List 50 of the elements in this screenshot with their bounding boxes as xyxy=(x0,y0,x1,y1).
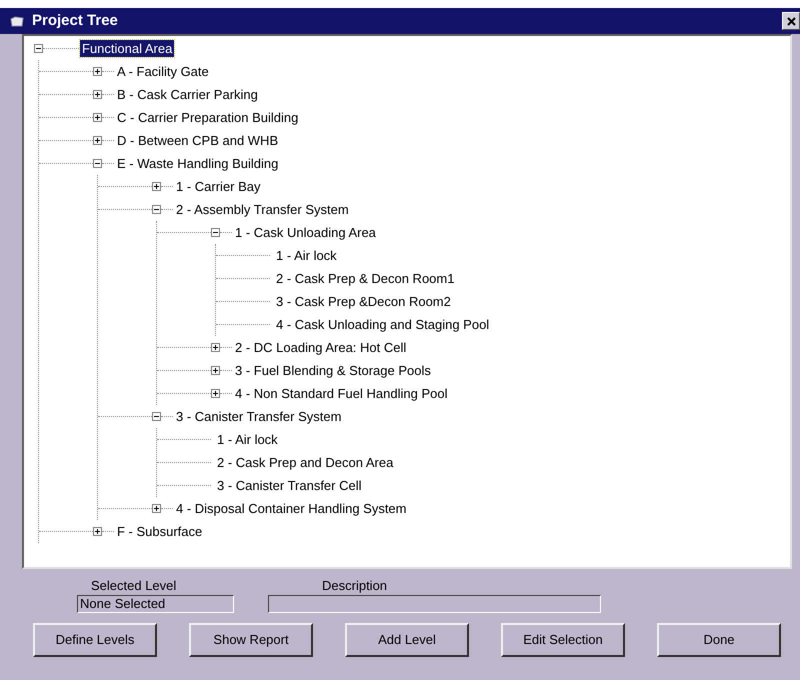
tree-item[interactable]: 2 - DC Loading Area: Hot Cell xyxy=(233,339,408,356)
expand-toggle-icon[interactable] xyxy=(211,228,220,237)
tree-item[interactable]: 2 - Cask Prep and Decon Area xyxy=(215,454,396,471)
tree-item[interactable]: 2 - Assembly Transfer System xyxy=(174,201,351,218)
tree-item[interactable]: 4 - Cask Unloading and Staging Pool xyxy=(274,316,492,333)
expand-toggle-icon[interactable] xyxy=(211,343,220,352)
expand-toggle-icon[interactable] xyxy=(93,67,102,76)
expand-toggle-icon[interactable] xyxy=(152,182,161,191)
window-title: Project Tree xyxy=(32,10,119,31)
expand-toggle-icon[interactable] xyxy=(93,527,102,536)
tree-item[interactable]: 4 - Non Standard Fuel Handling Pool xyxy=(233,385,450,402)
tree-item[interactable]: B - Cask Carrier Parking xyxy=(115,86,260,103)
tree-item[interactable]: F - Subsurface xyxy=(115,523,204,540)
tree-item[interactable]: 2 - Cask Prep & Decon Room1 xyxy=(274,270,456,287)
selected-level-field[interactable]: None Selected xyxy=(77,595,234,613)
description-field[interactable] xyxy=(268,595,601,613)
expand-toggle-icon[interactable] xyxy=(93,90,102,99)
tree-item[interactable]: 3 - Cask Prep &Decon Room2 xyxy=(274,293,453,310)
expand-toggle-icon[interactable] xyxy=(93,136,102,145)
tree-item[interactable]: A - Facility Gate xyxy=(115,63,211,80)
tree-item[interactable]: D - Between CPB and WHB xyxy=(115,132,280,149)
expand-toggle-icon[interactable] xyxy=(211,389,220,398)
dialog-button[interactable]: Show Report xyxy=(189,623,313,657)
window-icon xyxy=(10,16,24,26)
expand-toggle-icon[interactable] xyxy=(34,44,43,53)
expand-toggle-icon[interactable] xyxy=(152,412,161,421)
dialog-button[interactable]: Define Levels xyxy=(33,623,157,657)
tree-item[interactable]: 3 - Canister Transfer System xyxy=(174,408,344,425)
tree-item[interactable]: 3 - Fuel Blending & Storage Pools xyxy=(233,362,433,379)
tree-item[interactable]: 4 - Disposal Container Handling System xyxy=(174,500,408,517)
dialog-button[interactable]: Done xyxy=(657,623,781,657)
tree-item[interactable]: C - Carrier Preparation Building xyxy=(115,109,300,126)
expand-toggle-icon[interactable] xyxy=(93,159,102,168)
expand-toggle-icon[interactable] xyxy=(152,504,161,513)
close-icon xyxy=(786,16,796,26)
tree-item[interactable]: 1 - Air lock xyxy=(215,431,280,448)
dialog-button[interactable]: Add Level xyxy=(345,623,469,657)
tree-item[interactable]: 1 - Air lock xyxy=(274,247,339,264)
description-label: Description xyxy=(321,577,388,595)
selected-level-label: Selected Level xyxy=(90,577,178,595)
expand-toggle-icon[interactable] xyxy=(93,113,102,122)
expand-toggle-icon[interactable] xyxy=(152,205,161,214)
tree-item[interactable]: 1 - Carrier Bay xyxy=(174,178,263,195)
close-button[interactable] xyxy=(782,12,800,30)
tree-item[interactable]: E - Waste Handling Building xyxy=(115,155,280,172)
dialog-button[interactable]: Edit Selection xyxy=(501,623,625,657)
expand-toggle-icon[interactable] xyxy=(211,366,220,375)
tree-item[interactable]: Functional Area xyxy=(80,40,174,57)
tree-item[interactable]: 1 - Cask Unloading Area xyxy=(233,224,378,241)
tree-item[interactable]: 3 - Canister Transfer Cell xyxy=(215,477,364,494)
